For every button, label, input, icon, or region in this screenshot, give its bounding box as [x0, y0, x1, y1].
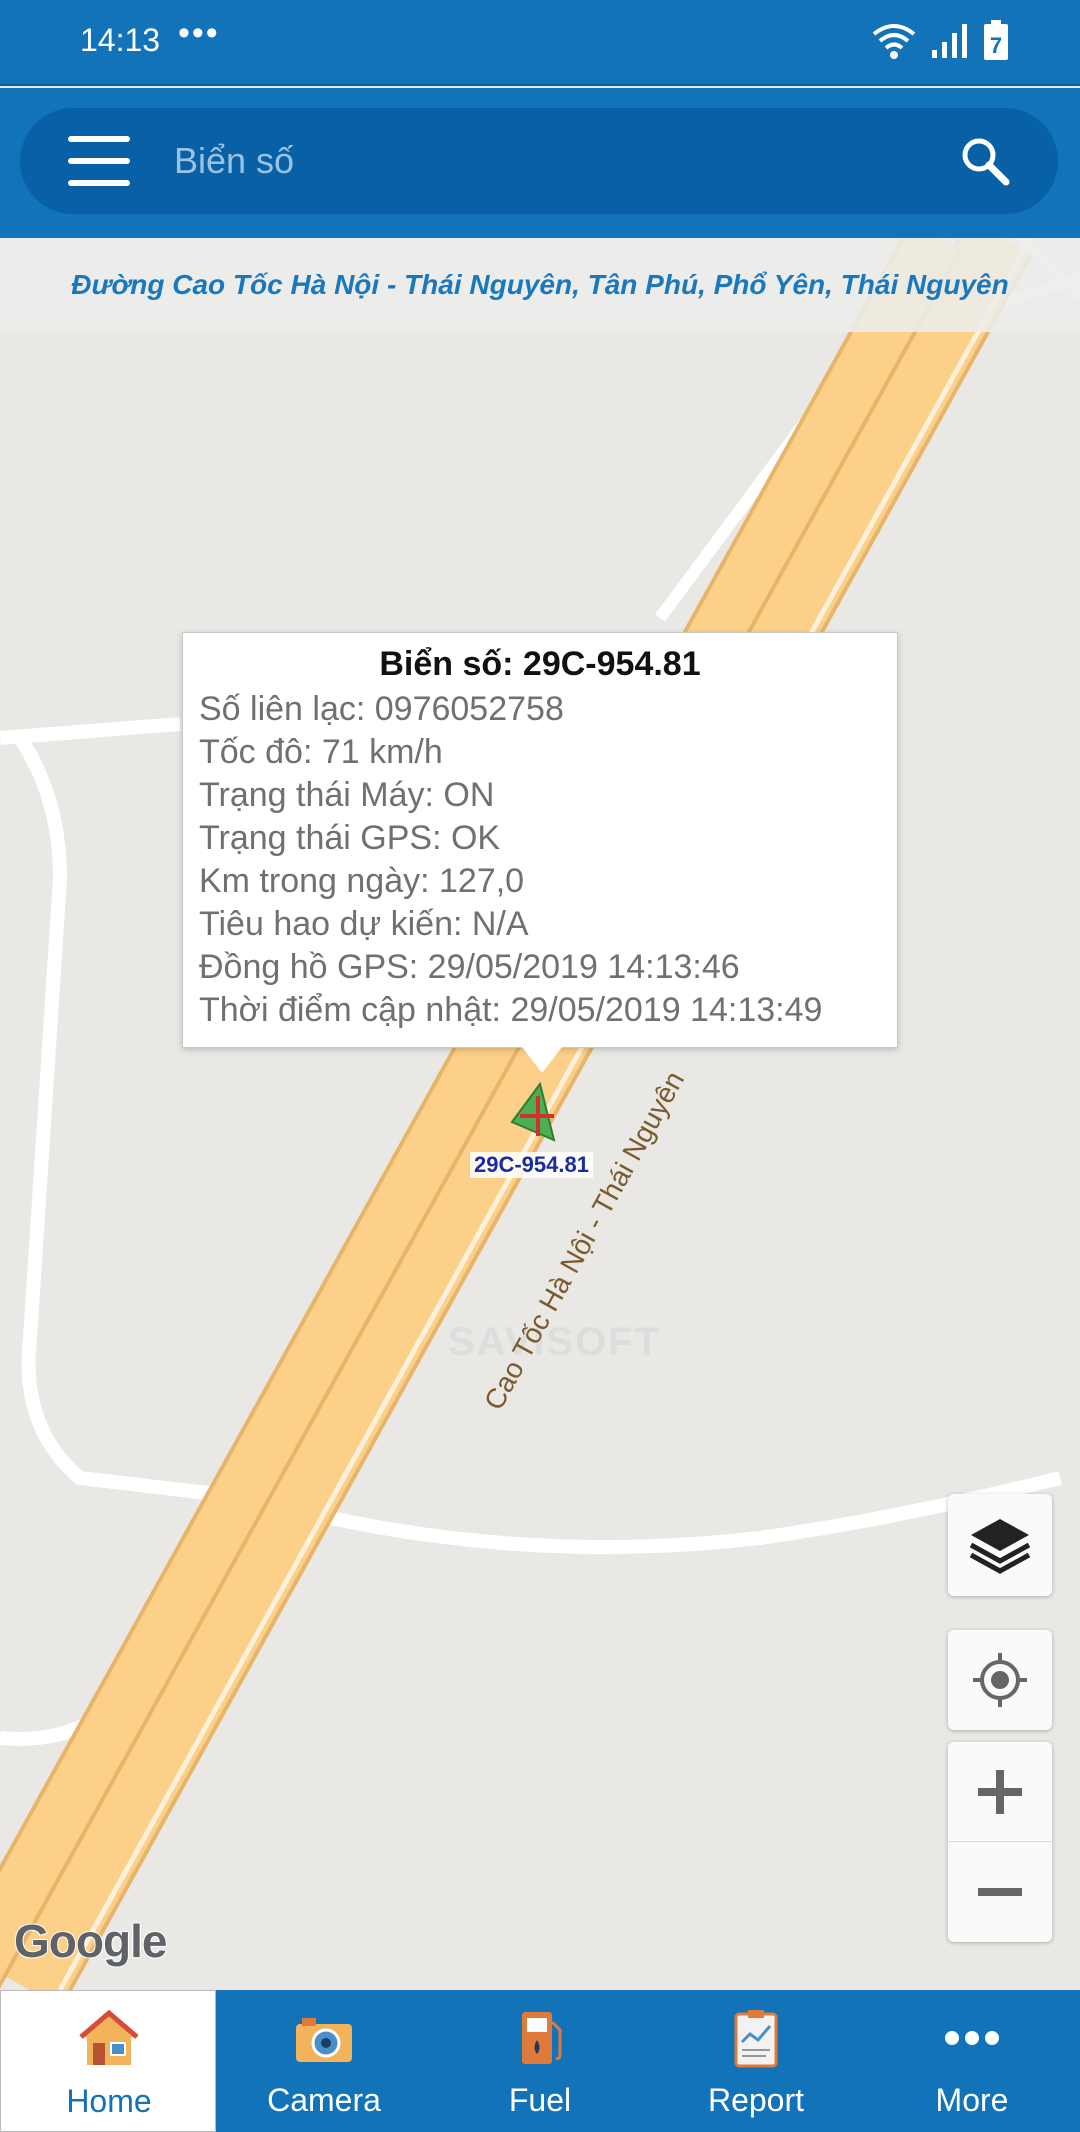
battery-level: 7 [990, 33, 1002, 58]
nav-camera[interactable]: Camera [216, 1990, 432, 2132]
status-bar: 14:13 ••• 7 [0, 0, 1080, 86]
hamburger-menu-icon[interactable] [68, 136, 130, 186]
status-icons: 7 [872, 20, 1010, 62]
nav-fuel-label: Fuel [508, 2082, 572, 2118]
signal-icon [932, 24, 967, 58]
google-logo: Google [13, 1914, 168, 1968]
vehicle-info-window[interactable]: Biển số: 29C-954.81 Số liên lạc: 0976052… [182, 632, 898, 1048]
minus-icon [978, 1888, 1022, 1896]
info-speed: Tốc đô: 71 km/h [199, 733, 443, 771]
info-phone: Số liên lạc: 0976052758 [199, 690, 564, 728]
zoom-out-button[interactable] [948, 1842, 1052, 1942]
my-location-button[interactable] [948, 1630, 1052, 1730]
license-plate-search-input[interactable] [174, 126, 934, 196]
zoom-in-button[interactable] [948, 1742, 1052, 1842]
nav-more[interactable]: More [864, 1990, 1080, 2132]
vehicle-marker-icon[interactable] [508, 1082, 558, 1142]
nav-report-label: Report [707, 2082, 805, 2118]
layers-icon [969, 1519, 1031, 1574]
info-km-today: Km trong ngày: 127,0 [199, 862, 525, 900]
info-fuel-estimate: Tiêu hao dự kiến: N/A [199, 905, 529, 943]
nav-home-label: Home [66, 2083, 152, 2119]
zoom-controls [948, 1742, 1052, 1942]
report-icon [734, 2010, 778, 2068]
battery-icon: 7 [984, 20, 1008, 60]
map-view[interactable]: Đường Cao Tốc Hà Nội - Thái Nguyên, Tân … [0, 238, 1080, 1990]
info-gps-status: Trạng thái GPS: OK [199, 819, 501, 857]
info-window-pointer [522, 1047, 562, 1073]
app-bar [0, 88, 1080, 238]
info-gps-clock: Đồng hồ GPS: 29/05/2019 14:13:46 [199, 948, 740, 986]
info-title: Biển số: 29C-954.81 [379, 645, 701, 683]
camera-icon [296, 2018, 352, 2062]
info-engine-status: Trạng thái Máy: ON [199, 776, 495, 814]
crosshair-location-icon [973, 1653, 1027, 1707]
fuel-pump-icon [522, 2012, 562, 2064]
nav-fuel[interactable]: Fuel [432, 1990, 648, 2132]
status-time: 14:13 [80, 22, 161, 58]
vehicle-plate-label: 29C-954.81 [470, 1152, 593, 1178]
address-bar: Đường Cao Tốc Hà Nội - Thái Nguyên, Tân … [0, 238, 1080, 332]
nav-report[interactable]: Report [648, 1990, 864, 2132]
notification-dots: ••• [178, 14, 220, 52]
nav-camera-label: Camera [267, 2082, 381, 2118]
more-dots-icon [945, 2031, 999, 2045]
nav-more-label: More [935, 2082, 1009, 2118]
search-icon[interactable] [960, 136, 1010, 186]
info-update-time: Thời điểm cập nhật: 29/05/2019 14:13:49 [199, 991, 823, 1029]
bottom-navigation: Home Camera Fuel Report More [0, 1990, 1080, 2132]
home-icon [79, 2009, 139, 2065]
nav-home[interactable]: Home [0, 1990, 216, 2132]
wifi-icon [872, 24, 916, 59]
plus-icon [978, 1769, 1022, 1814]
map-layers-button[interactable] [948, 1494, 1052, 1596]
search-bar [20, 108, 1058, 214]
current-address: Đường Cao Tốc Hà Nội - Thái Nguyên, Tân … [71, 269, 1009, 300]
